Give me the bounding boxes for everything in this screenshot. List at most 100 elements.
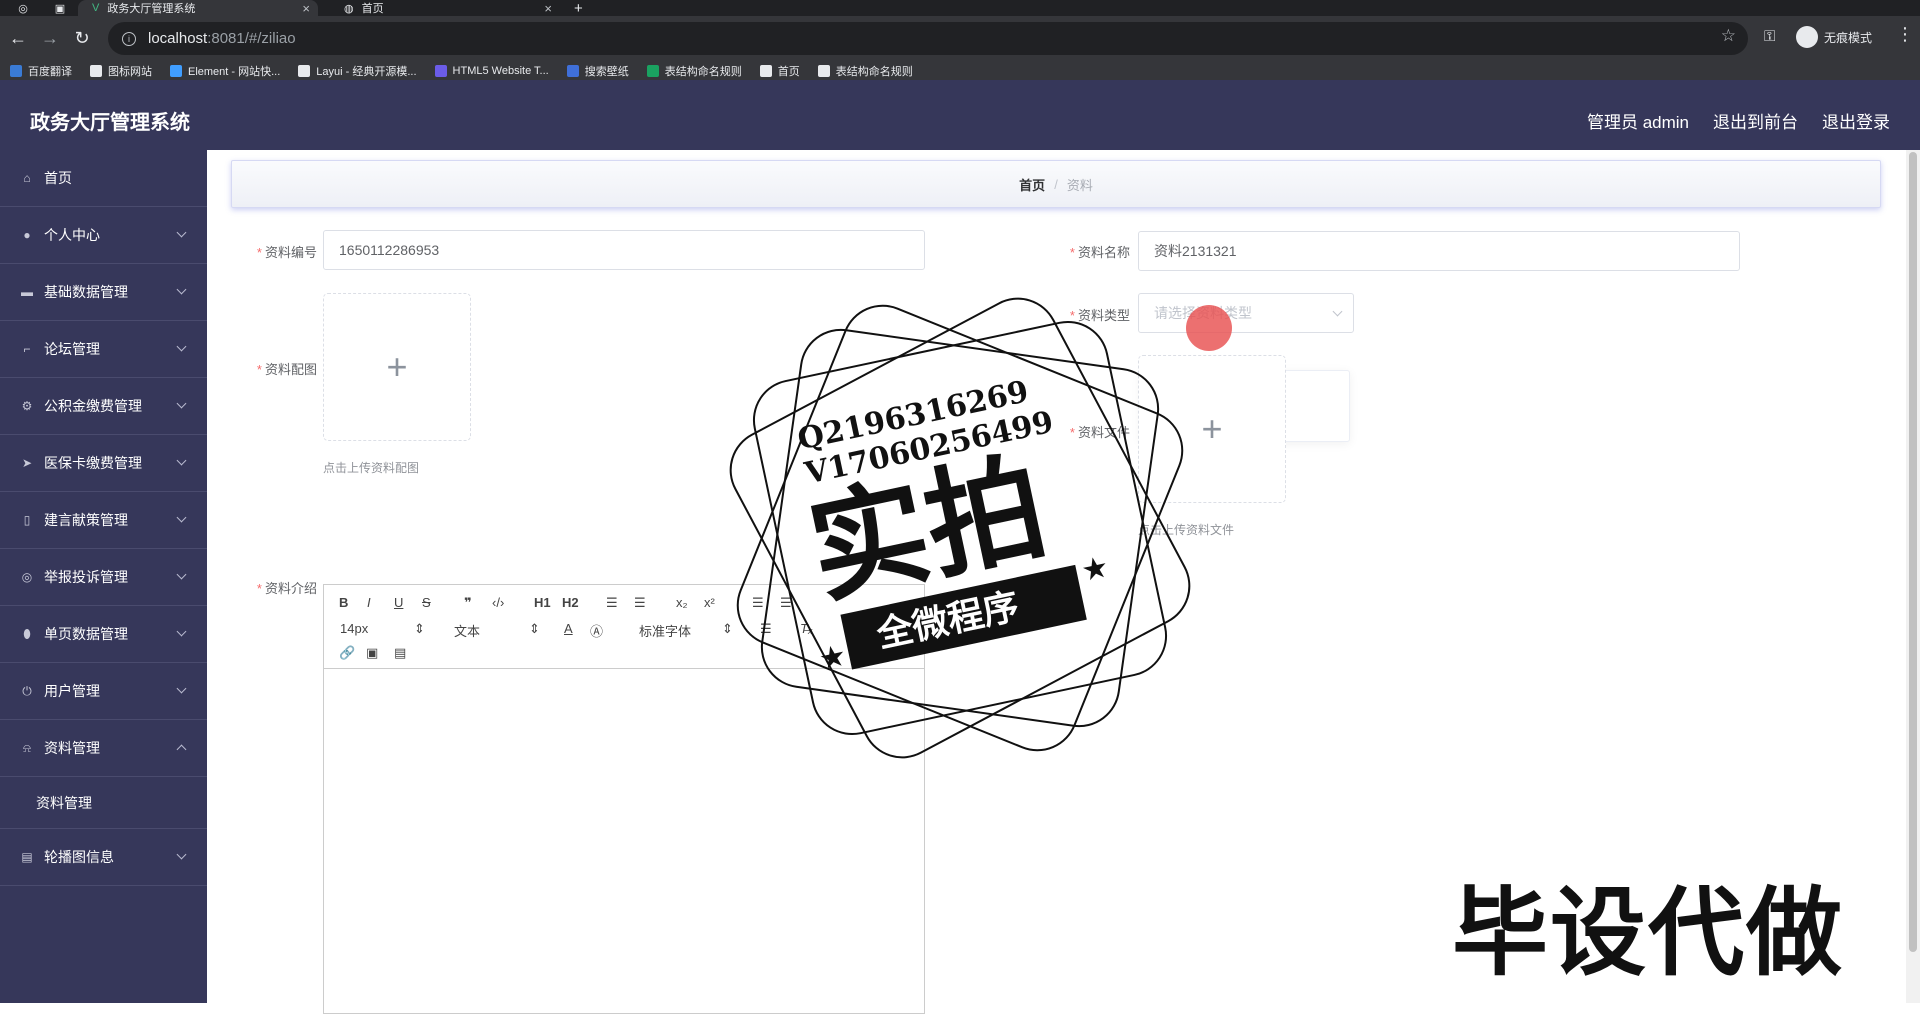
sidebar: ⌂ 首页 ● 个人中心 ▬ 基础数据管理 ⌐ 论坛管理 ⚙ 公积金缴费管理 ➤ 医保卡缴费管理 ▯ 建言献… (0, 150, 207, 1003)
bookmarks-bar: 百度翻译 图标网站 Element - 网站快... Layui - 经典开源模...… (0, 61, 1920, 80)
breadcrumb-home[interactable]: 首页 (1019, 175, 1045, 194)
sidebar-item[interactable]: ▬ 基础数据管理 (0, 264, 207, 321)
bookmark-item[interactable]: 搜索壁纸 (566, 63, 629, 79)
mobile-icon: ▯ (23, 513, 31, 527)
bold-icon[interactable]: B (339, 595, 348, 610)
editor-toolbar: B I U S ❞ ‹/› H1 H2 ☰ ☰ x₂ x² ☰ ☰ 14px ⇕… (324, 585, 924, 669)
target-icon: ◎ (21, 570, 33, 584)
close-icon[interactable]: × (302, 1, 310, 16)
picture-upload[interactable]: + (323, 293, 471, 441)
page-scrollbar[interactable] (1906, 150, 1920, 1003)
chevron-updown-icon: ⇕ (722, 621, 733, 636)
bookmark-item[interactable]: 百度翻译 (10, 63, 72, 79)
bookmark-item[interactable]: HTML5 Website T... (434, 64, 549, 77)
bookmark-item[interactable]: 图标网站 (90, 63, 152, 79)
type-select[interactable]: 请选择资料类型 (1138, 293, 1354, 333)
sidebar-item-label: 轮播图信息 (44, 849, 114, 865)
font-family-select[interactable]: 标准字体 (639, 621, 691, 640)
rich-text-editor[interactable]: B I U S ❞ ‹/› H1 H2 ☰ ☰ x₂ x² ☰ ☰ 14px ⇕… (323, 584, 925, 1014)
h1-icon[interactable]: H1 (534, 595, 551, 610)
bookmark-favicon-icon (434, 64, 447, 77)
sidebar-item[interactable]: ⍾ 资料管理 (0, 720, 207, 777)
admin-link[interactable]: 管理员 admin (1587, 108, 1689, 133)
reload-icon[interactable]: ↻ (70, 26, 94, 50)
sidebar-item[interactable]: ▯ 建言献策管理 (0, 492, 207, 549)
sidebar-item[interactable]: ⬮ 单页数据管理 (0, 606, 207, 663)
close-icon[interactable]: × (544, 1, 552, 16)
breadcrumb-separator: / (1054, 176, 1058, 192)
heading-select[interactable]: 文本 (454, 621, 480, 640)
name-input[interactable]: 资料2131321 (1138, 231, 1740, 271)
align-icon[interactable]: ☰ (760, 621, 772, 637)
tab-active[interactable]: V 政务大厅管理系统 × (78, 0, 318, 16)
bookmark-favicon-icon (10, 64, 22, 77)
chevron-down-icon (176, 341, 187, 352)
video-icon[interactable]: ▤ (394, 645, 406, 661)
font-size-select[interactable]: 14px (340, 621, 368, 636)
underline-icon[interactable]: U (394, 595, 403, 610)
chevron-down-icon (176, 683, 187, 694)
sidebar-item[interactable]: ⌐ 论坛管理 (0, 321, 207, 378)
superscript-icon[interactable]: x² (704, 595, 715, 610)
sidebar-item-label: 个人中心 (44, 227, 100, 243)
chrome-logo-icon: ◎ (18, 2, 28, 15)
blockquote-icon[interactable]: ❞ (464, 595, 472, 611)
image-icon[interactable]: ▣ (366, 645, 378, 661)
url-input[interactable]: i localhost:8081/#/ziliao ☆ (108, 22, 1748, 55)
click-indicator (1186, 305, 1232, 351)
code-input[interactable]: 1650112286953 (323, 230, 925, 270)
more-icon[interactable]: ⋮ (1896, 24, 1914, 45)
bullet-list-icon[interactable]: ☰ (634, 595, 646, 611)
sidebar-subitem[interactable]: 资料管理 (0, 777, 207, 829)
back-icon[interactable]: ← (6, 26, 30, 50)
key-icon[interactable]: ⚿ (1764, 28, 1775, 45)
info-icon[interactable]: i (122, 31, 136, 46)
to-frontend-link[interactable]: 退出到前台 (1713, 108, 1798, 133)
bookmark-item[interactable]: 首页 (759, 63, 800, 79)
indent-icon[interactable]: ☰ (752, 595, 764, 611)
clear-format-icon[interactable]: T̶ₓ (800, 621, 813, 636)
ordered-list-icon[interactable]: ☰ (606, 595, 618, 611)
h2-icon[interactable]: H2 (562, 595, 579, 610)
bookmark-item[interactable]: 表结构命名规则 (817, 63, 913, 79)
bell-icon: ⍾ (23, 740, 31, 755)
sidebar-item[interactable]: ▤ 轮播图信息 (0, 829, 207, 886)
link-icon[interactable]: 🔗 (339, 645, 355, 661)
scrollbar-thumb[interactable] (1909, 152, 1917, 952)
strike-icon[interactable]: S (422, 595, 431, 610)
picture-upload-tip: 点击上传资料配图 (323, 461, 420, 475)
logout-link[interactable]: 退出登录 (1822, 108, 1890, 133)
database-icon: ▬ (21, 285, 33, 299)
file-label: * 资料文件 (1069, 425, 1130, 440)
bookmark-star-icon[interactable]: ☆ (1721, 26, 1736, 46)
forward-icon[interactable]: → (38, 26, 62, 50)
tab-switcher-icon[interactable]: ▣ (50, 0, 70, 16)
sidebar-item-label: 论坛管理 (44, 341, 100, 357)
incognito-indicator[interactable]: 无痕模式 (1796, 26, 1872, 48)
sidebar-item[interactable]: ⌂ 首页 (0, 150, 207, 207)
bookmark-item[interactable]: Element - 网站快... (170, 63, 280, 79)
bookmark-item[interactable]: Layui - 经典开源模... (298, 63, 417, 79)
sidebar-item[interactable]: ⏻ 用户管理 (0, 663, 207, 720)
bookmark-label: 表结构命名规则 (664, 65, 742, 78)
sidebar-item[interactable]: ➤ 医保卡缴费管理 (0, 435, 207, 492)
chevron-down-icon (176, 455, 187, 466)
italic-icon[interactable]: I (367, 595, 371, 610)
sidebar-item[interactable]: ⚙ 公积金缴费管理 (0, 378, 207, 435)
file-upload-tip: 点击上传资料文件 (1138, 523, 1235, 537)
globe-icon: ◍ (344, 2, 354, 15)
bookmark-label: HTML5 Website T... (452, 64, 549, 77)
subscript-icon[interactable]: x₂ (676, 595, 688, 610)
tab-inactive[interactable]: ◍ 首页 × (330, 0, 560, 16)
sidebar-item-label: 资料管理 (44, 740, 100, 756)
sidebar-item[interactable]: ◎ 举报投诉管理 (0, 549, 207, 606)
background-color-icon[interactable]: Ⓐ (590, 621, 603, 640)
file-upload[interactable]: + (1138, 355, 1286, 503)
incognito-label: 无痕模式 (1824, 30, 1873, 45)
sidebar-item[interactable]: ● 个人中心 (0, 207, 207, 264)
code-icon[interactable]: ‹/› (492, 595, 504, 610)
new-tab-icon[interactable]: + (574, 0, 594, 17)
outdent-icon[interactable]: ☰ (780, 595, 792, 611)
bookmark-item[interactable]: 表结构命名规则 (646, 63, 742, 79)
text-color-icon[interactable]: A (564, 621, 573, 636)
